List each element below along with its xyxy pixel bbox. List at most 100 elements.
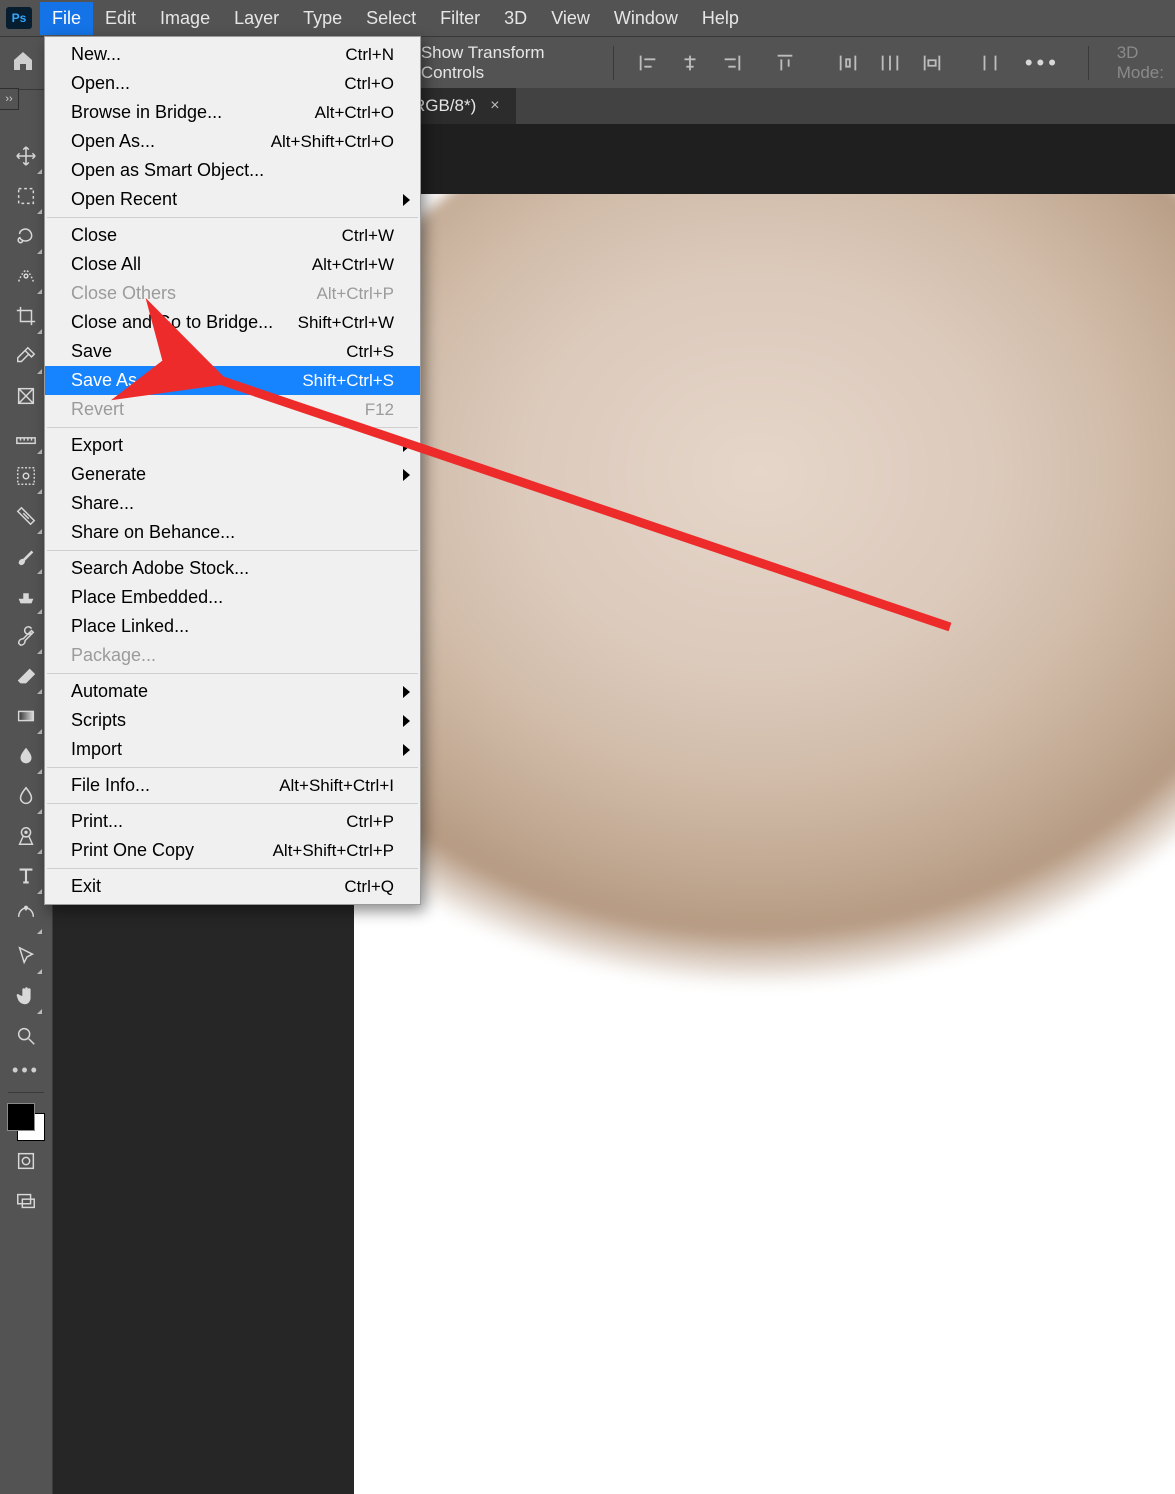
gradient-tool[interactable] [6, 698, 46, 738]
menu-item-label: Browse in Bridge... [71, 102, 222, 123]
menu-separator [47, 550, 418, 551]
brush-tool[interactable] [6, 538, 46, 578]
menu-window[interactable]: Window [602, 2, 690, 35]
menu-item-share[interactable]: Share... [45, 489, 420, 518]
menu-item-label: Open As... [71, 131, 155, 152]
menu-item-close-and-go-to-bridge[interactable]: Close and Go to Bridge...Shift+Ctrl+W [45, 308, 420, 337]
menu-item-open-as[interactable]: Open As...Alt+Shift+Ctrl+O [45, 127, 420, 156]
zoom-tool[interactable] [6, 1018, 46, 1058]
app-logo: Ps [6, 7, 32, 29]
align-top-icon[interactable] [774, 52, 796, 74]
menu-item-close-all[interactable]: Close AllAlt+Ctrl+W [45, 250, 420, 279]
menu-item-browse-in-bridge[interactable]: Browse in Bridge... Alt+Ctrl+O [45, 98, 420, 127]
menu-item-label: Close [71, 225, 117, 246]
close-tab-button[interactable]: × [490, 97, 499, 115]
screen-mode-icon [15, 1190, 37, 1217]
screen-mode-button[interactable] [6, 1183, 46, 1223]
menu-help[interactable]: Help [690, 2, 751, 35]
type-tool[interactable] [6, 858, 46, 898]
menu-item-label: Close All [71, 254, 141, 275]
menu-type[interactable]: Type [291, 2, 354, 35]
show-transform-controls-label[interactable]: Show Transform Controls [421, 43, 573, 83]
distribute-h2-icon[interactable] [879, 52, 901, 74]
menu-item-label: Search Adobe Stock... [71, 558, 249, 579]
menu-layer[interactable]: Layer [222, 2, 291, 35]
menu-separator [47, 427, 418, 428]
menu-item-scripts[interactable]: Scripts [45, 706, 420, 735]
menu-item-place-embedded[interactable]: Place Embedded... [45, 583, 420, 612]
menu-item-label: Save [71, 341, 112, 362]
menu-view[interactable]: View [539, 2, 602, 35]
menu-item-open-as-smart-object[interactable]: Open as Smart Object... [45, 156, 420, 185]
menu-item-save[interactable]: SaveCtrl+S [45, 337, 420, 366]
rect-marquee-tool[interactable] [6, 178, 46, 218]
foreground-color-swatch[interactable] [7, 1103, 35, 1131]
edit-toolbar-button[interactable]: ••• [12, 1058, 40, 1088]
align-right-icon[interactable] [721, 52, 743, 74]
ruler-tool[interactable] [6, 418, 46, 458]
expand-panels-handle[interactable]: ›› [0, 88, 19, 110]
align-hcenter-icon[interactable] [679, 52, 701, 74]
distribute-h1-icon[interactable] [837, 52, 859, 74]
eyedropper-tool[interactable] [6, 338, 46, 378]
home-button[interactable] [6, 41, 41, 85]
menu-item-print-one-copy[interactable]: Print One CopyAlt+Shift+Ctrl+P [45, 836, 420, 865]
zoom-tool-icon [15, 1025, 37, 1052]
lasso-tool[interactable] [6, 218, 46, 258]
color-swatches[interactable] [5, 1101, 47, 1143]
menu-select[interactable]: Select [354, 2, 428, 35]
distribute-v-icon[interactable] [979, 52, 1001, 74]
quick-mask-button[interactable] [6, 1143, 46, 1183]
direct-select-tool[interactable] [6, 938, 46, 978]
menu-item-print[interactable]: Print...Ctrl+P [45, 807, 420, 836]
align-left-icon[interactable] [637, 52, 659, 74]
menu-item-export[interactable]: Export [45, 431, 420, 460]
menu-image[interactable]: Image [148, 2, 222, 35]
eraser-tool-icon [15, 665, 37, 692]
menu-item-share-on-behance[interactable]: Share on Behance... [45, 518, 420, 547]
menu-edit[interactable]: Edit [93, 2, 148, 35]
menu-item-label: Print... [71, 811, 123, 832]
menu-item-save-as[interactable]: Save As...Shift+Ctrl+S [45, 366, 420, 395]
tool-flyout-indicator-icon [37, 249, 42, 254]
menu-item-shortcut: Alt+Ctrl+O [315, 103, 394, 123]
crop-tool[interactable] [6, 298, 46, 338]
separator [1088, 46, 1089, 80]
tool-flyout-indicator-icon [37, 809, 42, 814]
menu-item-generate[interactable]: Generate [45, 460, 420, 489]
canvas[interactable] [354, 124, 1175, 1494]
pen-tool[interactable] [6, 818, 46, 858]
frame-tool[interactable] [6, 378, 46, 418]
eraser-tool[interactable] [6, 658, 46, 698]
menu-file[interactable]: File [40, 2, 93, 35]
menu-item-import[interactable]: Import [45, 735, 420, 764]
menu-item-search-adobe-stock[interactable]: Search Adobe Stock... [45, 554, 420, 583]
menu-filter[interactable]: Filter [428, 2, 492, 35]
patch-tool[interactable] [6, 498, 46, 538]
move-tool[interactable] [6, 138, 46, 178]
tool-flyout-indicator-icon [37, 689, 42, 694]
menu-item-automate[interactable]: Automate [45, 677, 420, 706]
distribute-h3-icon[interactable] [921, 52, 943, 74]
menu-item-label: Revert [71, 399, 124, 420]
clone-stamp-tool[interactable] [6, 578, 46, 618]
menu-item-place-linked[interactable]: Place Linked... [45, 612, 420, 641]
quick-select-tool-icon [15, 265, 37, 292]
menu-item-label: Generate [71, 464, 146, 485]
menu-3d[interactable]: 3D [492, 2, 539, 35]
path-select-tool[interactable] [6, 898, 46, 938]
history-brush-tool[interactable] [6, 618, 46, 658]
overflow-button[interactable]: ••• [1025, 50, 1060, 76]
menu-item-shortcut: Shift+Ctrl+S [302, 371, 394, 391]
menu-item-close[interactable]: CloseCtrl+W [45, 221, 420, 250]
menu-item-file-info[interactable]: File Info...Alt+Shift+Ctrl+I [45, 771, 420, 800]
menu-item-open[interactable]: Open...Ctrl+O [45, 69, 420, 98]
menu-item-exit[interactable]: ExitCtrl+Q [45, 872, 420, 901]
dodge-tool[interactable] [6, 778, 46, 818]
menu-item-new[interactable]: New...Ctrl+N [45, 40, 420, 69]
quick-select-tool[interactable] [6, 258, 46, 298]
menu-item-open-recent[interactable]: Open Recent [45, 185, 420, 214]
spot-heal-tool[interactable] [6, 458, 46, 498]
hand-tool[interactable] [6, 978, 46, 1018]
blur-tool[interactable] [6, 738, 46, 778]
